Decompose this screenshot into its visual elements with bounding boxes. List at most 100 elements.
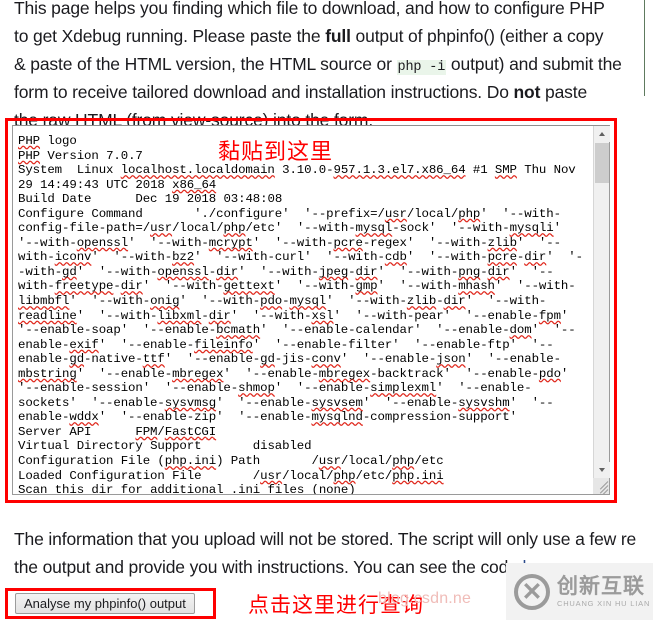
brand-name-cn: 创新互联 (557, 574, 645, 598)
intro-bold-not: not (513, 82, 541, 102)
spellcheck-underline: pcre (487, 250, 517, 265)
spellcheck-underline: PHP (18, 148, 41, 163)
spellcheck-underline: mysql (355, 221, 393, 236)
spellcheck-underline: wddx (69, 410, 99, 425)
intro-paragraph: This page helps you finding which file t… (14, 0, 644, 134)
spellcheck-underline: dir (487, 264, 510, 279)
spellcheck-underline: iconv (54, 250, 92, 265)
intro-bold-full: full (325, 26, 351, 46)
spellcheck-underline: pcre (333, 235, 363, 250)
resize-grip-icon[interactable] (593, 478, 609, 494)
spellcheck-underline: dir (91, 483, 114, 494)
spellcheck-underline: SMP (494, 163, 517, 178)
phpinfo-textarea-viewport[interactable]: PHP logo PHP Version 7.0.7 System Linux … (13, 126, 593, 494)
scroll-down-arrow-icon[interactable] (594, 462, 610, 478)
inline-code-php-i: php -i (396, 60, 447, 75)
brand-x-logo-icon: ✕ (514, 573, 550, 610)
scrollbar-thumb[interactable] (595, 143, 609, 183)
spellcheck-underline: pdo (538, 366, 561, 381)
brand-watermark-text: 创新互联 CHUANG XIN HU LIAN (557, 574, 650, 609)
spellcheck-underline: php (223, 221, 246, 236)
intro-line-4-a: form to receive tailored download and in… (14, 82, 514, 102)
spellcheck-underline: fpm (538, 308, 561, 323)
spellcheck-underline: dir (355, 264, 378, 279)
spellcheck-underline: sysvsem (311, 395, 363, 410)
spellcheck-underline: png (458, 264, 481, 279)
spellcheck-underline: gd (260, 352, 275, 367)
spellcheck-underline: FastCGI (164, 424, 217, 439)
spellcheck-underline: mysql (289, 294, 327, 309)
spellcheck-underline: gmp (355, 279, 378, 294)
intro-line-2: to get Xdebug running. Please paste the … (14, 22, 644, 50)
spellcheck-underline: usr (150, 221, 173, 236)
intro-line-1: This page helps you finding which file t… (14, 0, 605, 18)
intro-line-3-a: & paste of the HTML version, the HTML so… (14, 54, 397, 74)
spellcheck-underline: pdo (260, 294, 283, 309)
outro-line-2-a: the output and provide you with instruct… (14, 557, 523, 577)
spellcheck-underline: dir (443, 294, 466, 309)
spellcheck-underline: dom (509, 323, 532, 338)
spellcheck-underline: fileinfo (194, 337, 253, 352)
spellcheck-underline: exif (69, 337, 99, 352)
spellcheck-underline: simplexml (370, 381, 437, 396)
phpinfo-textarea-value[interactable]: PHP logo PHP Version 7.0.7 System Linux … (18, 134, 589, 494)
intro-line-4: form to receive tailored download and in… (14, 78, 644, 106)
phpinfo-textarea[interactable]: PHP logo PHP Version 7.0.7 System Linux … (12, 125, 610, 495)
spellcheck-underline: openssl (157, 264, 209, 279)
spellcheck-underline: mysqli (509, 221, 554, 236)
spellcheck-underline: ttf (142, 352, 165, 367)
spellcheck-underline: mcrypt (208, 235, 253, 250)
intro-line-3-b: output) and submit the (446, 54, 622, 74)
spellcheck-underline: dir (216, 264, 239, 279)
analyse-phpinfo-button[interactable]: Analyse my phpinfo() output (15, 593, 195, 614)
right-vertical-rule (644, 0, 645, 96)
spellcheck-underline: dir (120, 279, 143, 294)
brand-x-glyph: ✕ (521, 577, 543, 606)
spellcheck-underline: php (333, 468, 356, 483)
spellcheck-underline: bz2 (172, 250, 195, 265)
spellcheck-underline: mbregex (318, 366, 371, 381)
scroll-up-arrow-icon[interactable] (594, 126, 610, 142)
spellcheck-underline: conv (311, 352, 341, 367)
textarea-scrollbar[interactable] (593, 126, 610, 494)
intro-line-4-b: paste (540, 82, 588, 102)
spellcheck-underline: php (392, 454, 415, 469)
spellcheck-underline: shmop (238, 381, 275, 396)
spellcheck-underline: 957.1.3.el7.x86_64 (333, 163, 466, 178)
spellcheck-underline: zlib (487, 235, 517, 250)
outro-line-1: The information that you upload will not… (14, 529, 637, 549)
spellcheck-underline: php.ini (392, 468, 444, 483)
spellcheck-underline: onig (150, 294, 180, 309)
intro-line-3: & paste of the HTML version, the HTML so… (14, 50, 644, 78)
intro-line-2-b: output of phpinfo() (either a copy (350, 26, 604, 46)
spellcheck-underline: libmbfl (18, 294, 70, 309)
spellcheck-underline: jpeg (318, 264, 349, 279)
spellcheck-underline: mysqlnd (311, 410, 363, 425)
spellcheck-underline: gd (62, 264, 77, 279)
spellcheck-underline: gd (69, 352, 85, 367)
spellcheck-underline: gettext (223, 279, 275, 294)
csdn-watermark: blog.csdn.ne (378, 590, 472, 607)
intro-line-2-a: to get Xdebug running. Please paste the (14, 26, 326, 46)
spellcheck-underline: PHP (18, 134, 41, 148)
brand-watermark: ✕ 创新互联 CHUANG XIN HU LIAN (506, 563, 653, 620)
spellcheck-underline: php.ini (164, 454, 217, 469)
spellcheck-underline: libxml (157, 308, 202, 323)
spellcheck-underline: dir (208, 308, 231, 323)
page-root: This page helps you finding which file t… (0, 0, 653, 620)
spellcheck-underline: cdb (384, 250, 407, 265)
spellcheck-underline: x86_64 (172, 177, 217, 192)
spellcheck-underline: json (436, 352, 466, 367)
spellcheck-underline: openssl (76, 235, 129, 250)
spellcheck-underline: usr (384, 206, 407, 221)
spellcheck-underline: zlib (406, 294, 437, 309)
spellcheck-underline: bcmath (216, 323, 261, 338)
spellcheck-underline: mhash (458, 279, 495, 294)
spellcheck-underline: usr (260, 468, 283, 483)
spellcheck-underline: FPM (135, 424, 158, 439)
spellcheck-underline: sysvshm (458, 395, 510, 410)
spellcheck-underline: usr (318, 454, 341, 469)
spellcheck-underline: xsl (311, 308, 334, 323)
spellcheck-underline: mbstring (18, 366, 77, 381)
spellcheck-underline: mbregex (172, 366, 224, 381)
